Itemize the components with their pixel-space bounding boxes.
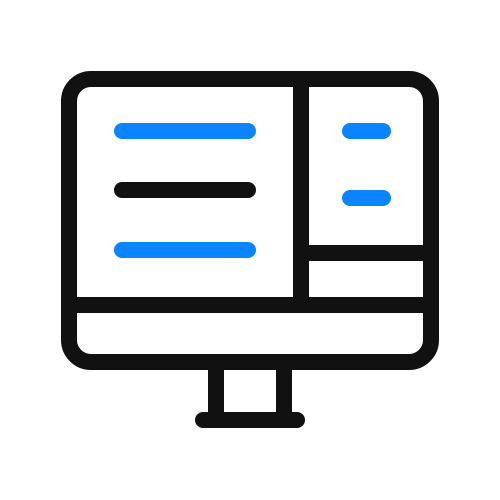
left-panel-lines [114,123,256,258]
monitor-frame [61,71,439,370]
right-panel-lines [342,123,391,206]
icon-canvas [0,0,500,500]
desktop-monitor-icon [61,71,439,428]
